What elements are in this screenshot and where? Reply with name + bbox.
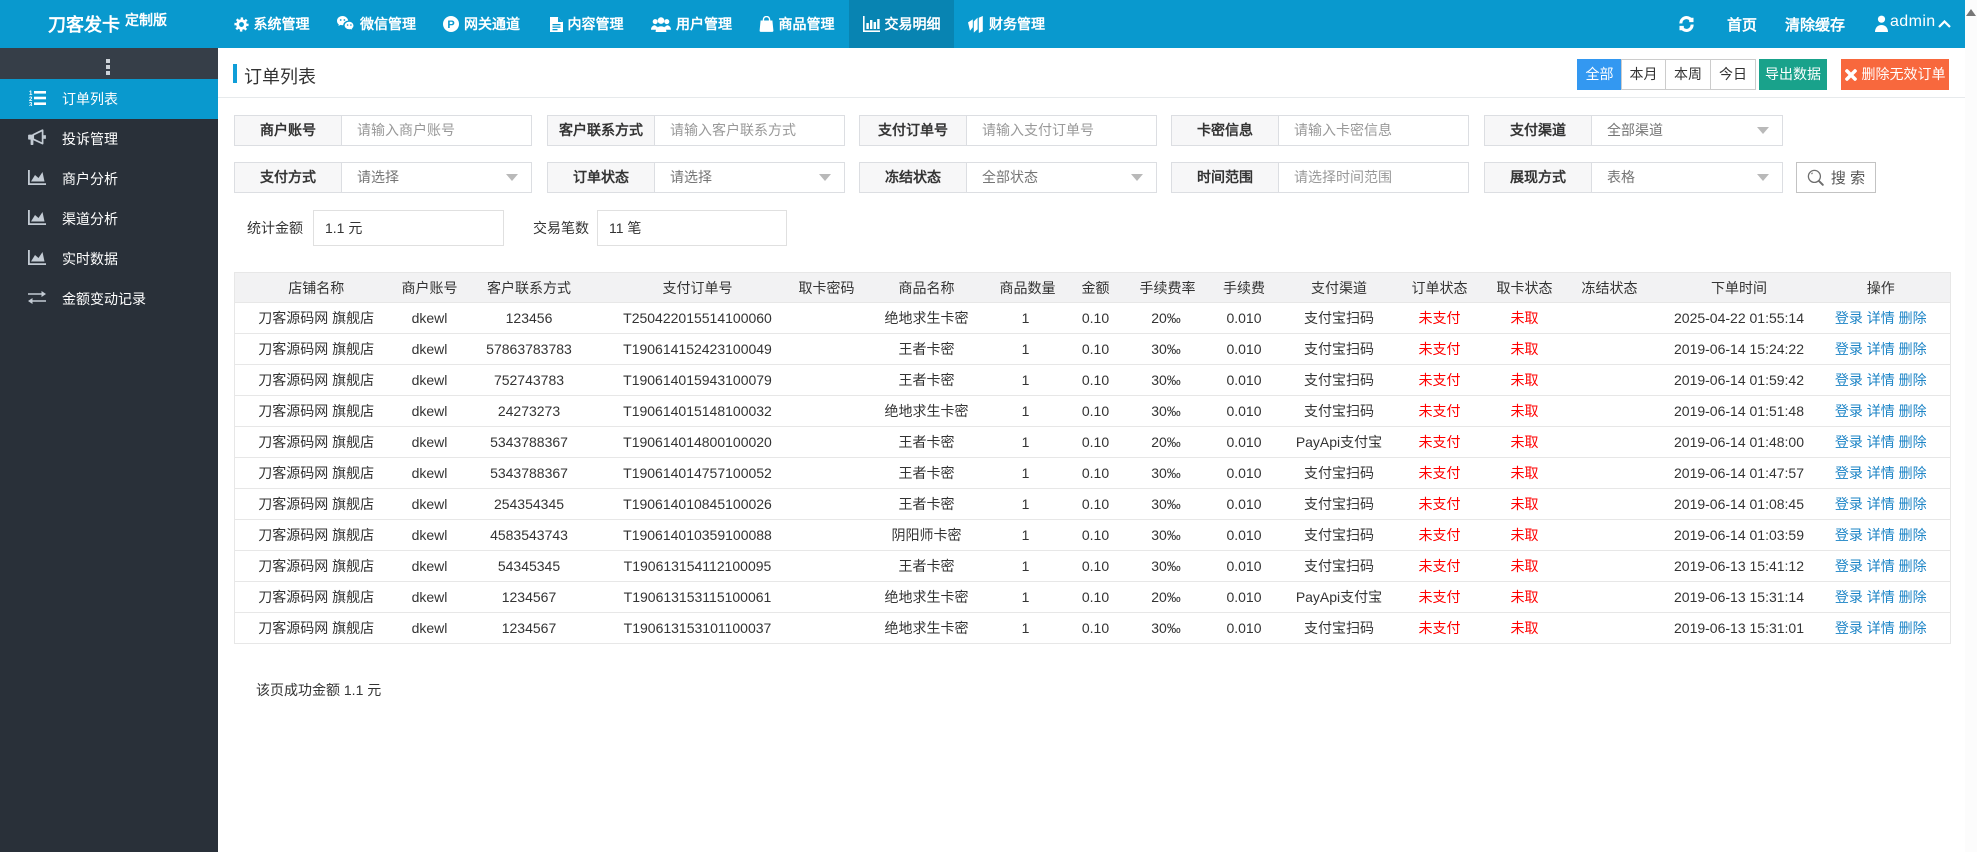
- svg-text:3: 3: [29, 102, 33, 106]
